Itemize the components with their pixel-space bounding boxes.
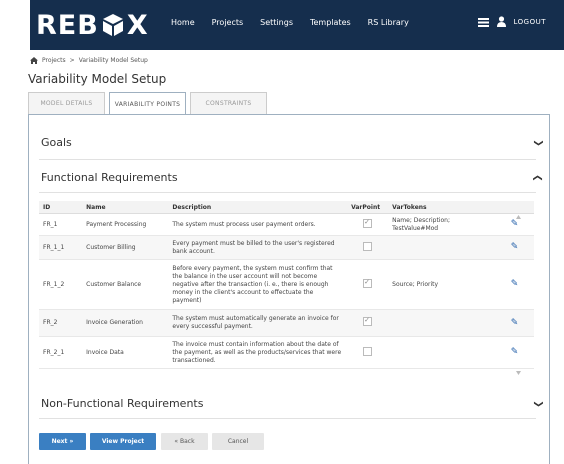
col-description: Description xyxy=(168,201,348,214)
cell-name: Payment Processing xyxy=(82,213,169,236)
varpoint-checkbox[interactable] xyxy=(363,278,373,288)
tab-bar: MODEL DETAILS VARIABILITY POINTS CONSTRA… xyxy=(28,92,271,115)
cell-vartokens: Name; Description; TestValue#Mod xyxy=(388,213,495,236)
cell-name: Customer Billing xyxy=(82,235,169,260)
section-goals-title[interactable]: Goals xyxy=(41,136,72,149)
nav-right: LOGOUT xyxy=(477,16,547,27)
scroll-down-arrow[interactable] xyxy=(516,371,521,375)
cell-name: Invoice Generation xyxy=(82,309,169,337)
col-vartokens: VarTokens xyxy=(388,201,495,214)
tab-panel: Goals ❯ Functional Requirements ❯ ID Nam… xyxy=(28,114,550,464)
cell-id: FR_2_1 xyxy=(39,336,83,369)
nav-projects[interactable]: Projects xyxy=(212,18,244,27)
logo-text-left: REB xyxy=(36,9,99,41)
table-row[interactable]: FR_1 Payment Processing The system must … xyxy=(39,213,534,236)
nav-rs-library[interactable]: RS Library xyxy=(368,18,409,27)
user-icon[interactable] xyxy=(496,16,506,27)
breadcrumb-separator: > xyxy=(69,57,75,64)
col-varpoint: VarPoint xyxy=(347,201,389,214)
varpoint-checkbox[interactable] xyxy=(363,241,373,251)
cell-description: The system must automatically generate a… xyxy=(168,309,348,337)
logo-text-right: X xyxy=(126,9,149,41)
cell-varpoint xyxy=(347,309,389,337)
scroll-up-arrow[interactable] xyxy=(516,215,521,219)
tab-model-details[interactable]: MODEL DETAILS xyxy=(28,92,105,114)
cell-varpoint xyxy=(347,213,389,236)
nav-settings[interactable]: Settings xyxy=(260,18,293,27)
cell-id: FR_2 xyxy=(39,309,83,337)
home-icon[interactable] xyxy=(30,57,38,64)
breadcrumb: Projects > Variability Model Setup xyxy=(30,57,148,64)
nav-templates[interactable]: Templates xyxy=(310,18,351,27)
cell-id: FR_1 xyxy=(39,213,83,236)
chevron-up-icon[interactable]: ❯ xyxy=(533,174,543,182)
page-title: Variability Model Setup xyxy=(28,72,167,86)
cell-description: Before every payment, the system must co… xyxy=(168,259,348,310)
section-functional-title[interactable]: Functional Requirements xyxy=(41,171,178,184)
divider xyxy=(39,159,536,160)
chevron-down-icon[interactable]: ❯ xyxy=(533,139,543,147)
cell-varpoint xyxy=(347,235,389,260)
divider xyxy=(39,418,536,419)
table-row[interactable]: FR_2_1 Invoice Data The invoice must con… xyxy=(39,336,534,369)
top-navbar: REB X Home Projects Settings Templates R… xyxy=(30,0,564,50)
tab-variability-points[interactable]: VARIABILITY POINTS xyxy=(109,92,186,115)
cell-description: Every payment must be billed to the user… xyxy=(168,235,348,260)
nav-home[interactable]: Home xyxy=(171,18,195,27)
table-scrollbar[interactable] xyxy=(515,215,522,375)
col-id: ID xyxy=(39,201,83,214)
varpoint-checkbox[interactable] xyxy=(363,346,373,356)
divider xyxy=(39,192,536,193)
logout-link[interactable]: LOGOUT xyxy=(514,18,547,26)
cell-vartokens xyxy=(388,336,495,369)
cell-id: FR_1_1 xyxy=(39,235,83,260)
cell-description: The system must process user payment ord… xyxy=(168,213,348,236)
cell-varpoint xyxy=(347,259,389,310)
cell-name: Invoice Data xyxy=(82,336,169,369)
menu-icon[interactable] xyxy=(477,17,489,27)
breadcrumb-current: Variability Model Setup xyxy=(78,57,148,64)
cell-vartokens: Source; Priority xyxy=(388,259,495,310)
cube-logo-icon xyxy=(102,14,123,36)
requirements-table: ID Name Description VarPoint VarTokens F… xyxy=(39,201,534,369)
col-name: Name xyxy=(82,201,169,214)
col-edit xyxy=(494,201,534,214)
cancel-button[interactable]: Cancel xyxy=(212,433,264,450)
cell-vartokens xyxy=(388,235,495,260)
table-row[interactable]: FR_2 Invoice Generation The system must … xyxy=(39,309,534,337)
cell-name: Customer Balance xyxy=(82,259,169,310)
next-button[interactable]: Next » xyxy=(39,433,86,450)
back-button[interactable]: « Back xyxy=(161,433,208,450)
section-non-functional-title[interactable]: Non-Functional Requirements xyxy=(41,397,203,410)
varpoint-checkbox[interactable] xyxy=(363,218,373,228)
table-row[interactable]: FR_1_1 Customer Billing Every payment mu… xyxy=(39,235,534,260)
table-row[interactable]: FR_1_2 Customer Balance Before every pay… xyxy=(39,259,534,310)
cell-description: The invoice must contain information abo… xyxy=(168,336,348,369)
cell-varpoint xyxy=(347,336,389,369)
view-project-button[interactable]: View Project xyxy=(90,433,156,450)
main-nav: Home Projects Settings Templates RS Libr… xyxy=(171,18,426,27)
chevron-down-icon[interactable]: ❯ xyxy=(533,400,543,408)
breadcrumb-projects[interactable]: Projects xyxy=(42,57,66,64)
tab-constraints[interactable]: CONSTRAINTS xyxy=(190,92,267,114)
app-logo[interactable]: REB X xyxy=(36,9,149,41)
cell-vartokens xyxy=(388,309,495,337)
varpoint-checkbox[interactable] xyxy=(363,316,373,326)
cell-id: FR_1_2 xyxy=(39,259,83,310)
